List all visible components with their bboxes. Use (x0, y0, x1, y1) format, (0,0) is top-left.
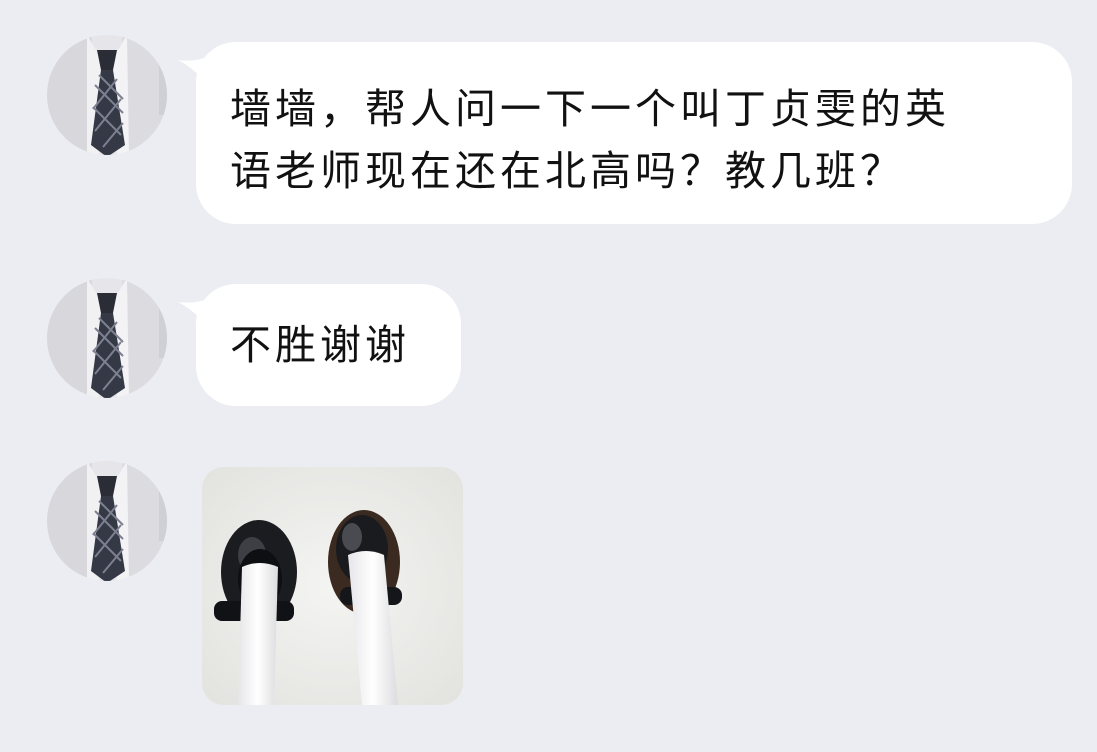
message-image-shoes[interactable] (202, 467, 463, 705)
sender-avatar[interactable] (47, 35, 167, 155)
message-text-line: 语老师现在还在北高吗？教几班？ (230, 147, 905, 195)
message-text: 不胜谢谢 (230, 321, 410, 369)
message-text-line: 墙墙，帮人问一下一个叫丁贞雯的英 (230, 85, 950, 133)
sender-avatar[interactable] (47, 278, 167, 398)
message-bubble[interactable]: 墙墙，帮人问一下一个叫丁贞雯的英 语老师现在还在北高吗？教几班？ (196, 42, 1072, 224)
sender-avatar[interactable] (47, 461, 167, 581)
message-bubble[interactable]: 不胜谢谢 (196, 284, 461, 406)
